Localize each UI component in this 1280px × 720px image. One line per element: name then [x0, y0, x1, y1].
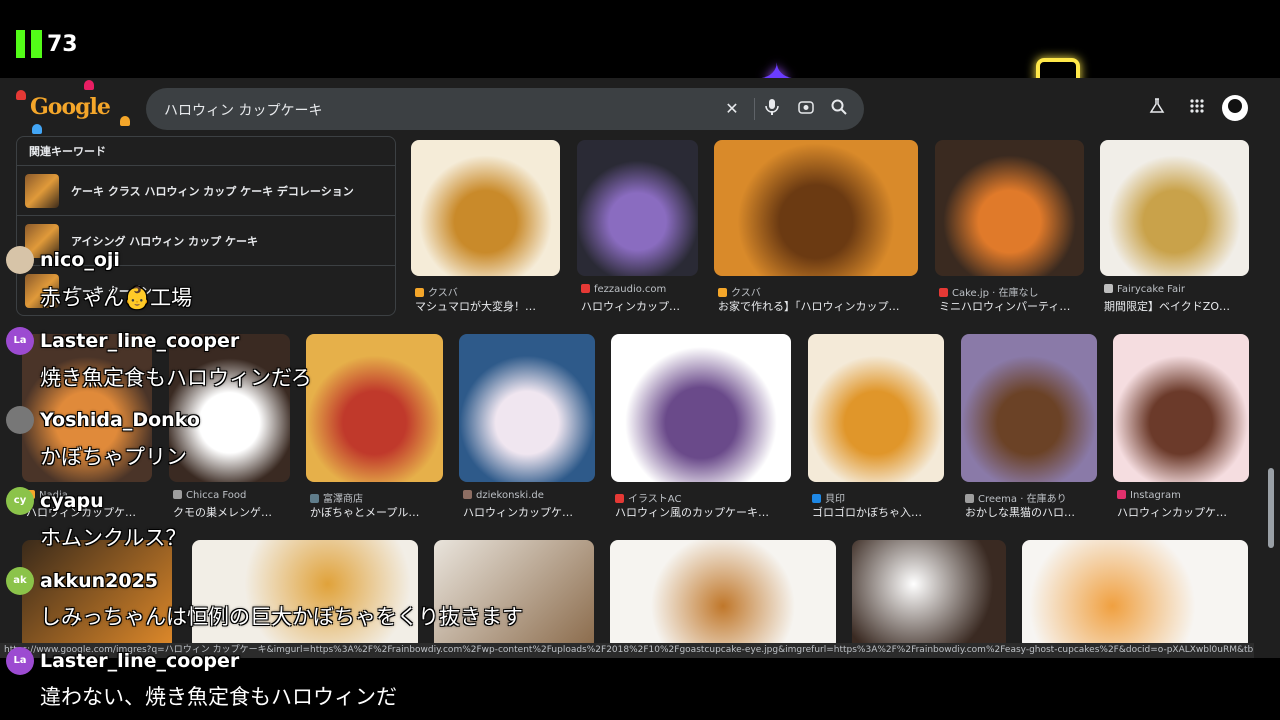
- result-title[interactable]: かぼちゃとメープル…: [310, 504, 447, 520]
- related-item-label: ケーキ クラス ハロウィン カップ ケーキ デコレーション: [71, 185, 354, 198]
- clear-icon[interactable]: ✕: [722, 99, 742, 119]
- result-image[interactable]: [852, 540, 1006, 650]
- site-favicon-icon: [415, 288, 424, 297]
- google-doodle-logo[interactable]: Google: [30, 94, 111, 120]
- status-bar-url: https://www.google.com/imgres?q=ハロウィン カッ…: [0, 643, 1254, 658]
- result-image[interactable]: [961, 334, 1097, 482]
- site-favicon-icon: [965, 494, 974, 503]
- result-source[interactable]: fezzaudio.com: [581, 284, 666, 295]
- result-image[interactable]: [192, 540, 418, 650]
- result-title[interactable]: ゴロゴロかぼちゃ入…: [812, 504, 948, 520]
- site-favicon-icon: [463, 490, 472, 499]
- result-source[interactable]: Chicca Food: [173, 490, 246, 501]
- result-image[interactable]: [1100, 140, 1249, 276]
- microphone-icon[interactable]: [762, 99, 782, 119]
- result-image[interactable]: [169, 334, 290, 482]
- site-favicon-icon: [615, 494, 624, 503]
- result-source[interactable]: Fairycake Fair: [1104, 284, 1185, 295]
- viewer-count: 73: [47, 32, 78, 57]
- scrollbar[interactable]: [1268, 468, 1274, 548]
- result-image[interactable]: [714, 140, 918, 276]
- site-favicon-icon: [1117, 490, 1126, 499]
- related-keywords-panel: 関連キーワード ケーキ クラス ハロウィン カップ ケーキ デコレーション アイ…: [16, 136, 396, 316]
- result-title[interactable]: ハロウィン風のカップケーキ…: [615, 504, 795, 520]
- result-source[interactable]: dziekonski.de: [463, 490, 544, 501]
- result-source-label: Nadia: [39, 490, 68, 501]
- related-thumbnail: [25, 174, 59, 208]
- result-title[interactable]: ハロウィンカップケ…: [463, 504, 599, 520]
- account-avatar[interactable]: [1222, 95, 1248, 121]
- labs-flask-icon[interactable]: [1146, 98, 1168, 120]
- ghost-icon: [16, 90, 26, 100]
- ghost-icon: [84, 80, 94, 90]
- result-image[interactable]: [306, 334, 443, 482]
- browser-viewport: Google ハロウィン カップケーキ ✕ 関連キーワード ケーキ クラス ハロ…: [0, 78, 1280, 658]
- related-title: 関連キーワード: [29, 145, 106, 158]
- result-source-label: Chicca Food: [186, 490, 247, 501]
- ghost-icon: [120, 116, 130, 126]
- result-title[interactable]: 期間限定】ベイクドZO…: [1104, 298, 1253, 314]
- apps-grid-icon[interactable]: [1186, 98, 1208, 120]
- related-item[interactable]: ケーキ クーポン: [17, 265, 395, 315]
- result-source[interactable]: 富澤商店: [310, 490, 363, 505]
- result-image[interactable]: [935, 140, 1084, 276]
- site-favicon-icon: [939, 288, 948, 297]
- result-source[interactable]: Cake.jp · 在庫なし: [939, 284, 1039, 299]
- result-image[interactable]: [611, 334, 791, 482]
- related-item[interactable]: アイシング ハロウィン カップ ケーキ: [17, 215, 395, 265]
- result-title[interactable]: ハロウィンカップケ…: [1117, 504, 1253, 520]
- result-image[interactable]: [1113, 334, 1249, 482]
- result-source-label: fezzaudio.com: [594, 284, 667, 295]
- site-favicon-icon: [310, 494, 319, 503]
- result-source[interactable]: クスバ: [415, 284, 458, 299]
- result-source-label: Instagram: [1130, 490, 1181, 501]
- result-source[interactable]: 貝印: [812, 490, 845, 505]
- result-image[interactable]: [434, 540, 594, 650]
- google-header: Google ハロウィン カップケーキ ✕: [0, 78, 1280, 140]
- result-title[interactable]: マシュマロが大変身！…: [415, 298, 564, 314]
- result-title[interactable]: ハロウィンカップ…: [581, 298, 702, 314]
- related-item-label: ケーキ クーポン: [71, 285, 152, 298]
- result-image[interactable]: [808, 334, 944, 482]
- result-title[interactable]: クモの巣メレンゲ…: [173, 504, 294, 520]
- result-source[interactable]: Nadia: [26, 490, 68, 501]
- stream-bottom-band: [0, 658, 1280, 720]
- result-title[interactable]: ミニハロウィンパーティ…: [939, 298, 1088, 314]
- result-image[interactable]: [1022, 540, 1248, 650]
- lens-camera-icon[interactable]: [796, 99, 816, 119]
- divider: [754, 98, 755, 120]
- result-title[interactable]: おかしな黒猫のハロ…: [965, 504, 1101, 520]
- search-icon[interactable]: [829, 99, 849, 119]
- result-title[interactable]: お家で作れる】「ハロウィンカップ…: [718, 298, 922, 314]
- result-image[interactable]: [22, 540, 172, 650]
- result-image[interactable]: [459, 334, 595, 482]
- result-source-label: dziekonski.de: [476, 490, 544, 501]
- result-image[interactable]: [411, 140, 560, 276]
- result-source[interactable]: イラストAC: [615, 490, 681, 505]
- result-image[interactable]: [577, 140, 698, 276]
- related-item-label: アイシング ハロウィン カップ ケーキ: [71, 235, 258, 248]
- related-item[interactable]: ケーキ クラス ハロウィン カップ ケーキ デコレーション: [17, 165, 395, 215]
- result-source[interactable]: Creema · 在庫あり: [965, 490, 1067, 505]
- ghost-icon: [32, 124, 42, 134]
- site-favicon-icon: [812, 494, 821, 503]
- site-favicon-icon: [173, 490, 182, 499]
- result-source[interactable]: クスバ: [718, 284, 761, 299]
- site-favicon-icon: [581, 284, 590, 293]
- site-favicon-icon: [26, 490, 35, 499]
- site-favicon-icon: [1104, 284, 1113, 293]
- stream-topbar: 73 ✦: [0, 0, 1280, 102]
- search-box[interactable]: ハロウィン カップケーキ ✕: [146, 88, 864, 130]
- result-image[interactable]: [22, 334, 152, 482]
- result-source[interactable]: Instagram: [1117, 490, 1181, 501]
- search-input[interactable]: ハロウィン カップケーキ: [164, 100, 322, 120]
- related-thumbnail: [25, 224, 59, 258]
- related-thumbnail: [25, 274, 59, 308]
- site-favicon-icon: [718, 288, 727, 297]
- result-image[interactable]: [610, 540, 836, 650]
- result-title[interactable]: ハロウィンカップケ…: [26, 504, 156, 520]
- kick-logo: [16, 30, 42, 58]
- result-source-label: Fairycake Fair: [1117, 284, 1186, 295]
